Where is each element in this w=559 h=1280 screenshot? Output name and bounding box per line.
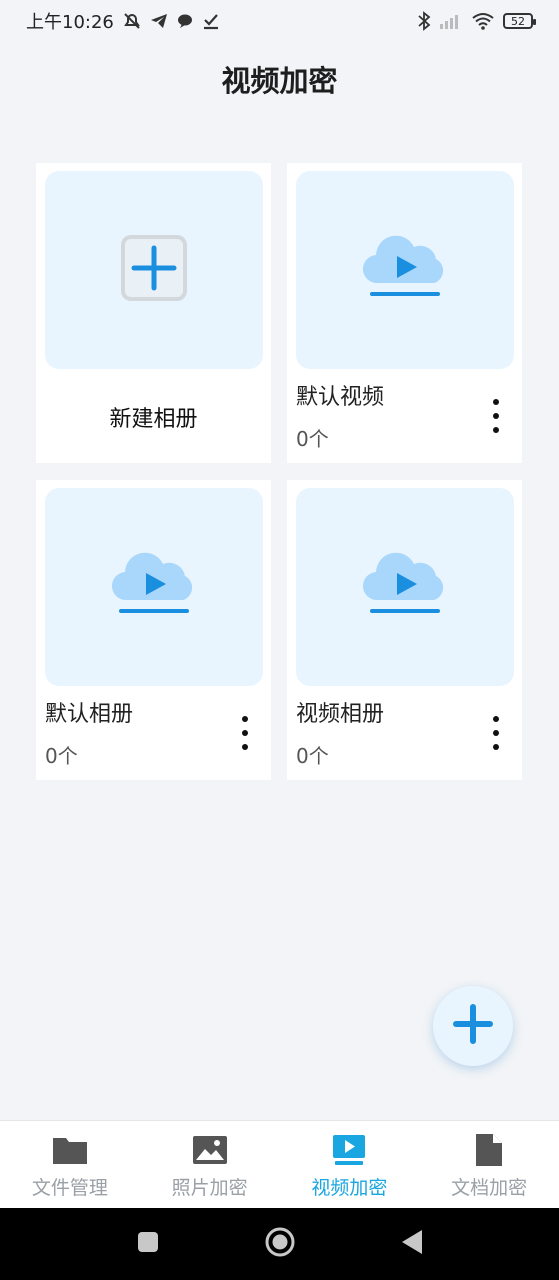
tab-file-manager[interactable]: 文件管理 bbox=[0, 1121, 140, 1209]
more-options-button[interactable] bbox=[486, 399, 506, 433]
back-triangle-icon bbox=[400, 1229, 424, 1259]
back-button[interactable] bbox=[396, 1228, 428, 1260]
album-count: 0个 bbox=[296, 427, 329, 451]
status-right: 52 bbox=[417, 11, 536, 31]
album-card[interactable]: 视频相册 0个 bbox=[287, 480, 522, 780]
wifi-icon bbox=[471, 11, 495, 31]
cloud-video-icon bbox=[360, 233, 450, 307]
tab-label: 文件管理 bbox=[31, 1177, 108, 1199]
folder-icon bbox=[50, 1133, 90, 1167]
album-name: 视频相册 bbox=[296, 702, 385, 727]
page-title: 视频加密 bbox=[221, 64, 338, 98]
home-button[interactable] bbox=[264, 1226, 296, 1262]
plus-icon bbox=[452, 1003, 494, 1049]
more-vert-icon bbox=[493, 399, 499, 405]
album-name: 默认视频 bbox=[296, 385, 385, 410]
tab-photo-encrypt[interactable]: 照片加密 bbox=[140, 1121, 280, 1209]
square-icon bbox=[136, 1230, 160, 1258]
album-card[interactable]: 默认视频 0个 bbox=[287, 163, 522, 463]
more-vert-icon bbox=[493, 716, 499, 722]
mute-alarm-icon bbox=[122, 11, 142, 31]
image-icon bbox=[190, 1133, 230, 1167]
status-left: 上午10:26 bbox=[26, 8, 220, 34]
add-fab-button[interactable] bbox=[433, 986, 513, 1066]
telegram-icon bbox=[150, 11, 168, 31]
status-time: 上午10:26 bbox=[26, 12, 114, 33]
tab-document-encrypt[interactable]: 文档加密 bbox=[419, 1121, 559, 1209]
battery-indicator: 52 bbox=[503, 13, 536, 29]
document-icon bbox=[469, 1133, 509, 1167]
download-done-icon bbox=[202, 11, 220, 31]
album-thumb[interactable] bbox=[296, 171, 514, 369]
recents-button[interactable] bbox=[132, 1228, 164, 1260]
chat-bubble-icon bbox=[176, 11, 194, 31]
cloud-video-icon bbox=[360, 550, 450, 624]
album-card[interactable]: 默认相册 0个 bbox=[36, 480, 271, 780]
video-icon bbox=[329, 1133, 369, 1167]
more-options-button[interactable] bbox=[235, 716, 255, 750]
album-count: 0个 bbox=[296, 744, 329, 768]
signal-icon bbox=[439, 11, 463, 31]
add-box-icon bbox=[120, 234, 188, 306]
album-name: 默认相册 bbox=[45, 702, 134, 727]
new-album-thumb[interactable] bbox=[45, 171, 263, 369]
album-count: 0个 bbox=[45, 744, 78, 768]
new-album-card[interactable]: 新建相册 bbox=[36, 163, 271, 463]
bottom-nav: 文件管理 照片加密 视频加密 文档加密 bbox=[0, 1120, 559, 1209]
system-nav-bar bbox=[0, 1208, 559, 1280]
tab-video-encrypt[interactable]: 视频加密 bbox=[280, 1121, 420, 1209]
cloud-video-icon bbox=[109, 550, 199, 624]
circle-icon bbox=[264, 1226, 296, 1262]
tab-label: 文档加密 bbox=[451, 1177, 528, 1199]
tab-label: 视频加密 bbox=[311, 1177, 388, 1199]
album-thumb[interactable] bbox=[296, 488, 514, 686]
status-bar: 上午10:26 52 bbox=[0, 0, 559, 42]
album-thumb[interactable] bbox=[45, 488, 263, 686]
new-album-label: 新建相册 bbox=[109, 407, 198, 432]
more-vert-icon bbox=[242, 716, 248, 722]
bluetooth-icon bbox=[417, 11, 431, 31]
tab-label: 照片加密 bbox=[171, 1177, 248, 1199]
more-options-button[interactable] bbox=[486, 716, 506, 750]
